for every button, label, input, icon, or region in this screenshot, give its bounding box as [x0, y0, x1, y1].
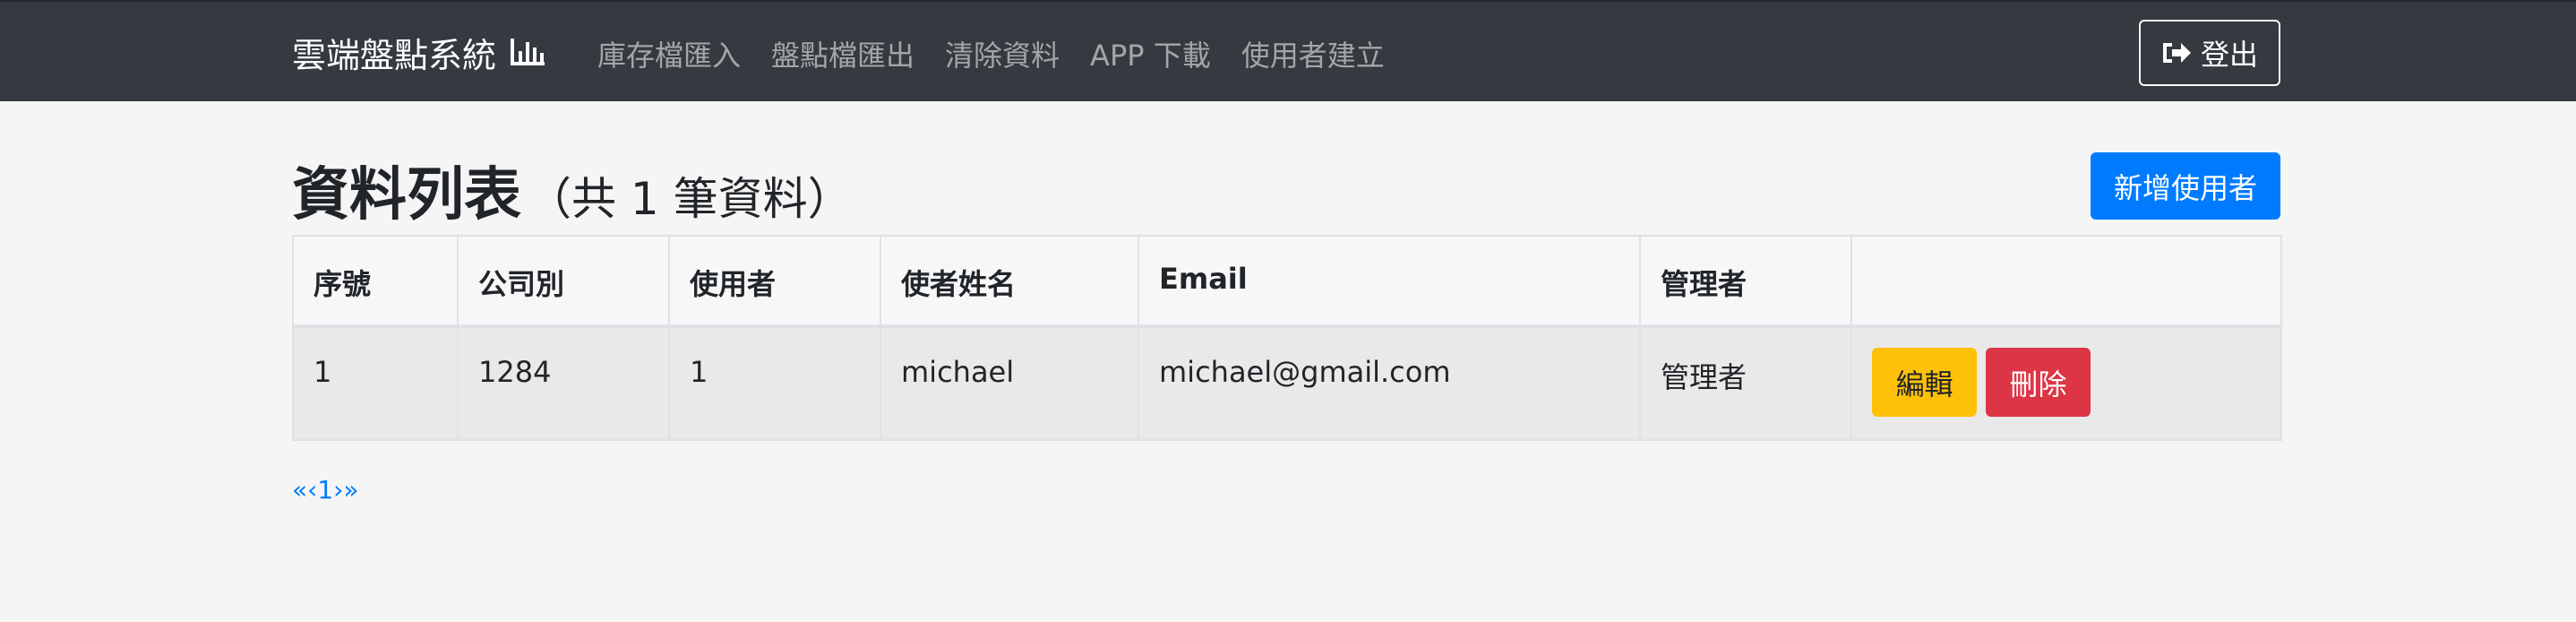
edit-button[interactable]: 編輯: [1872, 348, 1977, 417]
cell-email: michael@gmail.com: [1138, 325, 1641, 441]
page-title-text: 資料列表: [292, 162, 521, 229]
nav-link-count-export[interactable]: 盤點檔匯出: [771, 33, 914, 74]
brand[interactable]: 雲端盤點系統: [292, 29, 546, 75]
header-user[interactable]: 使用者: [668, 235, 881, 328]
brand-title: 雲端盤點系統: [292, 35, 497, 75]
bar-chart-icon: [511, 39, 545, 65]
nav-link-clear-data[interactable]: 清除資料: [945, 33, 1060, 74]
logout-button[interactable]: 登出: [2139, 20, 2280, 86]
header-actions: [1850, 235, 2282, 328]
pagination: « ‹ 1 › »: [292, 471, 359, 507]
record-count: （共 1 筆資料）: [527, 173, 853, 225]
nav-link-create-user[interactable]: 使用者建立: [1241, 33, 1385, 74]
pagination-prev[interactable]: ‹: [307, 475, 317, 505]
cell-user: 1: [668, 325, 881, 441]
header-user-name[interactable]: 使者姓名: [880, 235, 1139, 328]
cell-serial: 1: [292, 325, 459, 441]
table-header-row: 序號 公司別 使用者 使者姓名 Email 管理者: [292, 235, 2282, 328]
header-serial[interactable]: 序號: [292, 235, 459, 328]
pagination-next[interactable]: ›: [333, 475, 343, 505]
delete-button[interactable]: 刪除: [1986, 348, 2091, 417]
add-user-button[interactable]: 新增使用者: [2091, 152, 2280, 220]
nav-links: 庫存檔匯入 盤點檔匯出 清除資料 APP 下載 使用者建立: [597, 30, 1415, 77]
nav-link-inventory-import[interactable]: 庫存檔匯入: [597, 33, 741, 74]
table-row: 1 1284 1 michael michael@gmail.com 管理者 編…: [292, 325, 2282, 441]
cell-actions: 編輯 刪除: [1850, 325, 2282, 441]
user-table: 序號 公司別 使用者 使者姓名 Email 管理者 1 1284 1 micha…: [292, 235, 2282, 441]
header-company[interactable]: 公司別: [457, 235, 670, 328]
nav-link-app-download[interactable]: APP 下載: [1090, 33, 1211, 74]
cell-user-name: michael: [880, 325, 1139, 441]
pagination-first[interactable]: «: [292, 475, 307, 505]
pagination-page-1[interactable]: 1: [317, 475, 333, 505]
cell-admin: 管理者: [1639, 325, 1852, 441]
pagination-last[interactable]: »: [343, 475, 358, 505]
top-navbar: 雲端盤點系統 庫存檔匯入 盤點檔匯出 清除資料 APP 下載 使用者建立 登出: [0, 0, 2576, 101]
logout-label: 登出: [2200, 39, 2258, 71]
header-email[interactable]: Email: [1138, 235, 1641, 328]
cell-company: 1284: [457, 325, 670, 441]
page-title: 資料列表 （共 1 筆資料）: [292, 149, 853, 229]
header-admin[interactable]: 管理者: [1639, 235, 1852, 328]
sign-out-icon: [2162, 43, 2191, 63]
